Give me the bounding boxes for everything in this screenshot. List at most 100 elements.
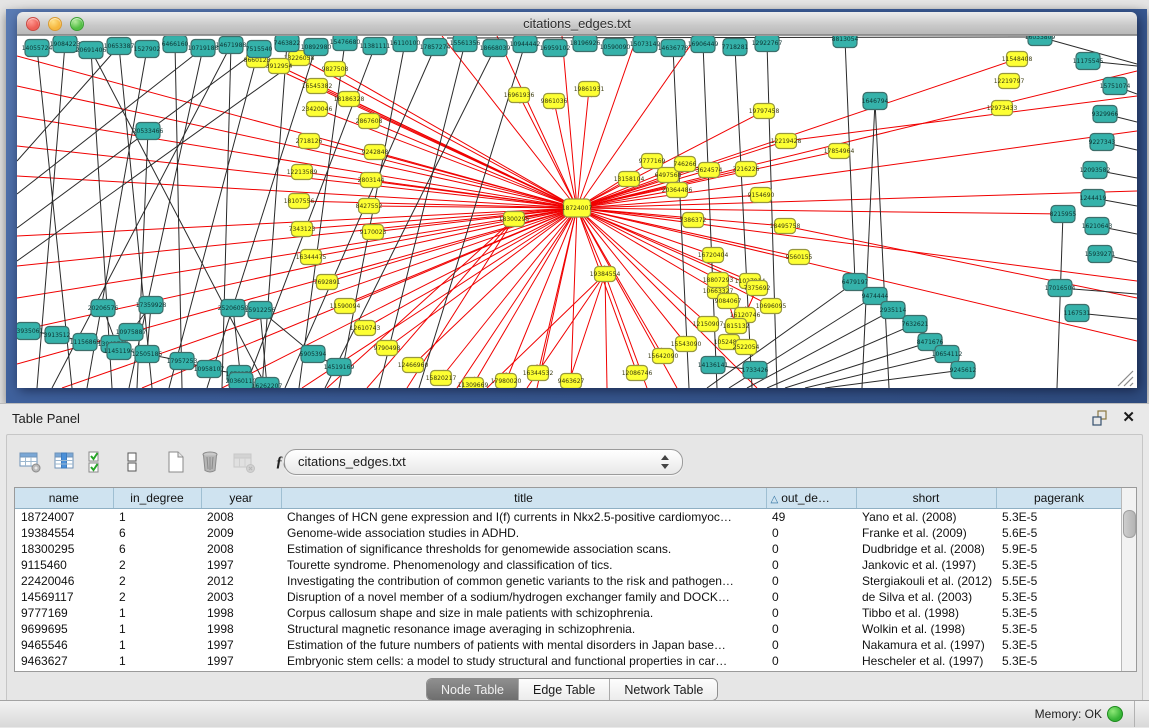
network-window-titlebar[interactable]: citations_edges.txt <box>17 12 1137 35</box>
network-edge[interactable] <box>767 324 915 388</box>
table-cell[interactable]: 1 <box>113 637 201 653</box>
network-node[interactable]: 15642090 <box>648 349 679 364</box>
table-cell[interactable]: Genome-wide association studies in ADHD. <box>281 525 766 541</box>
table-cell[interactable]: Changes of HCN gene expression and I(f) … <box>281 509 766 526</box>
table-cell[interactable]: 0 <box>766 653 856 669</box>
network-node[interactable]: 9242848 <box>362 145 389 160</box>
table-row[interactable]: 946362711997Embryonic stem cells: a mode… <box>15 653 1122 669</box>
network-node[interactable]: 20533466 <box>133 123 164 140</box>
table-cell[interactable]: 5.3E-5 <box>996 621 1122 637</box>
network-node[interactable]: 15561356 <box>450 36 481 52</box>
table-cell[interactable]: 9777169 <box>15 605 113 621</box>
network-node[interactable]: 8813054 <box>832 36 859 48</box>
network-node[interactable]: 7515540 <box>246 41 273 58</box>
table-cell[interactable]: 6 <box>113 541 201 557</box>
network-node[interactable]: 15073149 <box>630 36 661 53</box>
table-cell[interactable]: 5.3E-5 <box>996 653 1122 669</box>
network-node[interactable]: 19384554 <box>590 267 621 282</box>
network-node[interactable]: 10958107 <box>194 361 225 378</box>
network-edge[interactable] <box>369 121 577 208</box>
table-cell[interactable]: 2003 <box>201 589 281 605</box>
table-cell[interactable]: 5.3E-5 <box>996 509 1122 526</box>
network-node[interactable]: 17857274 <box>420 39 451 56</box>
table-cell[interactable]: Tourette syndrome. Phenomenology and cla… <box>281 557 766 573</box>
delete-columns-icon[interactable] <box>195 447 225 477</box>
network-node[interactable]: 12466960 <box>398 358 429 373</box>
network-node[interactable]: 9790498 <box>374 341 401 356</box>
table-cell[interactable]: 9463627 <box>15 653 113 669</box>
table-cell[interactable]: 5.3E-5 <box>996 557 1122 573</box>
table-row[interactable]: 911546021997Tourette syndrome. Phenomeno… <box>15 557 1122 573</box>
tab-edge-table[interactable]: Edge Table <box>518 679 609 700</box>
network-node[interactable]: 12086746 <box>622 366 653 381</box>
network-node[interactable]: 7463822 <box>274 36 301 52</box>
table-cell[interactable]: Disruption of a novel member of a sodium… <box>281 589 766 605</box>
table-cell[interactable]: 0 <box>766 525 856 541</box>
table-cell[interactable]: Tibbo et al. (1998) <box>856 605 996 621</box>
table-cell[interactable]: Stergiakouli et al. (2012) <box>856 573 996 589</box>
network-node[interactable]: 10590090 <box>600 39 631 56</box>
memory-ok-indicator-icon[interactable] <box>1107 706 1123 722</box>
network-edge[interactable] <box>262 43 287 388</box>
network-node[interactable]: 9084067 <box>715 294 742 309</box>
network-node[interactable]: 2803144 <box>358 173 385 188</box>
network-node[interactable]: 1527902 <box>134 41 161 58</box>
table-cell[interactable]: Embryonic stem cells: a model to study s… <box>281 653 766 669</box>
table-cell[interactable]: 19384554 <box>15 525 113 541</box>
network-edge[interactable] <box>379 43 465 388</box>
table-cell[interactable]: 0 <box>766 541 856 557</box>
table-cell[interactable]: Wolkin et al. (1998) <box>856 621 996 637</box>
network-node[interactable]: 11175545 <box>1073 53 1104 70</box>
network-node[interactable]: 11451194 <box>104 343 135 360</box>
network-node[interactable]: 9861036 <box>541 94 568 109</box>
table-cell[interactable]: 5.3E-5 <box>996 637 1122 653</box>
network-node[interactable]: 746266 <box>674 157 697 172</box>
table-cell[interactable]: 1 <box>113 621 201 637</box>
network-node[interactable]: 12505185 <box>132 346 163 363</box>
network-node[interactable]: 10653387 <box>104 38 135 55</box>
table-cell[interactable]: 1997 <box>201 557 281 573</box>
network-edge[interactable] <box>577 208 637 373</box>
network-node[interactable]: 10975887 <box>116 324 147 341</box>
table-cell[interactable]: 6 <box>113 525 201 541</box>
table-cell[interactable]: 2 <box>113 557 201 573</box>
network-edge[interactable] <box>845 39 855 282</box>
float-window-icon[interactable] <box>1091 410 1109 426</box>
network-node[interactable]: 7718281 <box>722 39 749 56</box>
table-cell[interactable]: Estimation of significance thresholds fo… <box>281 541 766 557</box>
network-node[interactable]: 12093582 <box>1080 162 1111 179</box>
table-cell[interactable]: 2 <box>113 573 201 589</box>
table-cell[interactable]: 0 <box>766 621 856 637</box>
network-node[interactable]: 11156869 <box>70 334 101 351</box>
network-node[interactable]: 9154690 <box>748 188 775 203</box>
network-node[interactable]: 12150907 <box>693 317 724 332</box>
network-node[interactable]: 7375692 <box>744 281 771 296</box>
network-node[interactable]: 1167531 <box>1064 305 1091 322</box>
network-node[interactable]: 7343123 <box>289 222 316 237</box>
network-node[interactable]: 14636778 <box>658 40 689 57</box>
network-node[interactable]: 11309669 <box>458 378 489 389</box>
network-node[interactable]: 11381111 <box>360 38 391 55</box>
network-node[interactable]: 10719188 <box>188 40 219 57</box>
network-node[interactable]: 15820217 <box>426 371 457 386</box>
table-cell[interactable]: 9115460 <box>15 557 113 573</box>
network-node[interactable]: 16959102 <box>540 40 571 57</box>
network-node[interactable]: 12213589 <box>287 165 318 180</box>
network-node[interactable]: 12219428 <box>771 134 802 149</box>
table-cell[interactable]: 0 <box>766 605 856 621</box>
network-node[interactable]: 16210643 <box>1082 218 1113 235</box>
network-node[interactable]: 8427552 <box>356 199 383 214</box>
network-edge[interactable] <box>175 44 182 388</box>
network-node[interactable]: 9560155 <box>786 250 813 265</box>
network-edge[interactable] <box>1057 214 1063 388</box>
table-row[interactable]: 969969511998Structural magnetic resonanc… <box>15 621 1122 637</box>
network-node[interactable]: 16344475 <box>296 250 327 265</box>
network-edge[interactable] <box>554 101 577 208</box>
delete-table-icon-disabled[interactable] <box>229 447 259 477</box>
network-node[interactable]: 10944442 <box>510 36 541 53</box>
table-selector-combobox[interactable]: citations_edges.txt <box>284 449 683 475</box>
network-node[interactable]: 2718126 <box>296 134 323 149</box>
network-node[interactable]: 13158104 <box>614 172 645 187</box>
network-edge[interactable] <box>457 208 577 388</box>
network-node[interactable]: 1646794 <box>862 93 889 110</box>
